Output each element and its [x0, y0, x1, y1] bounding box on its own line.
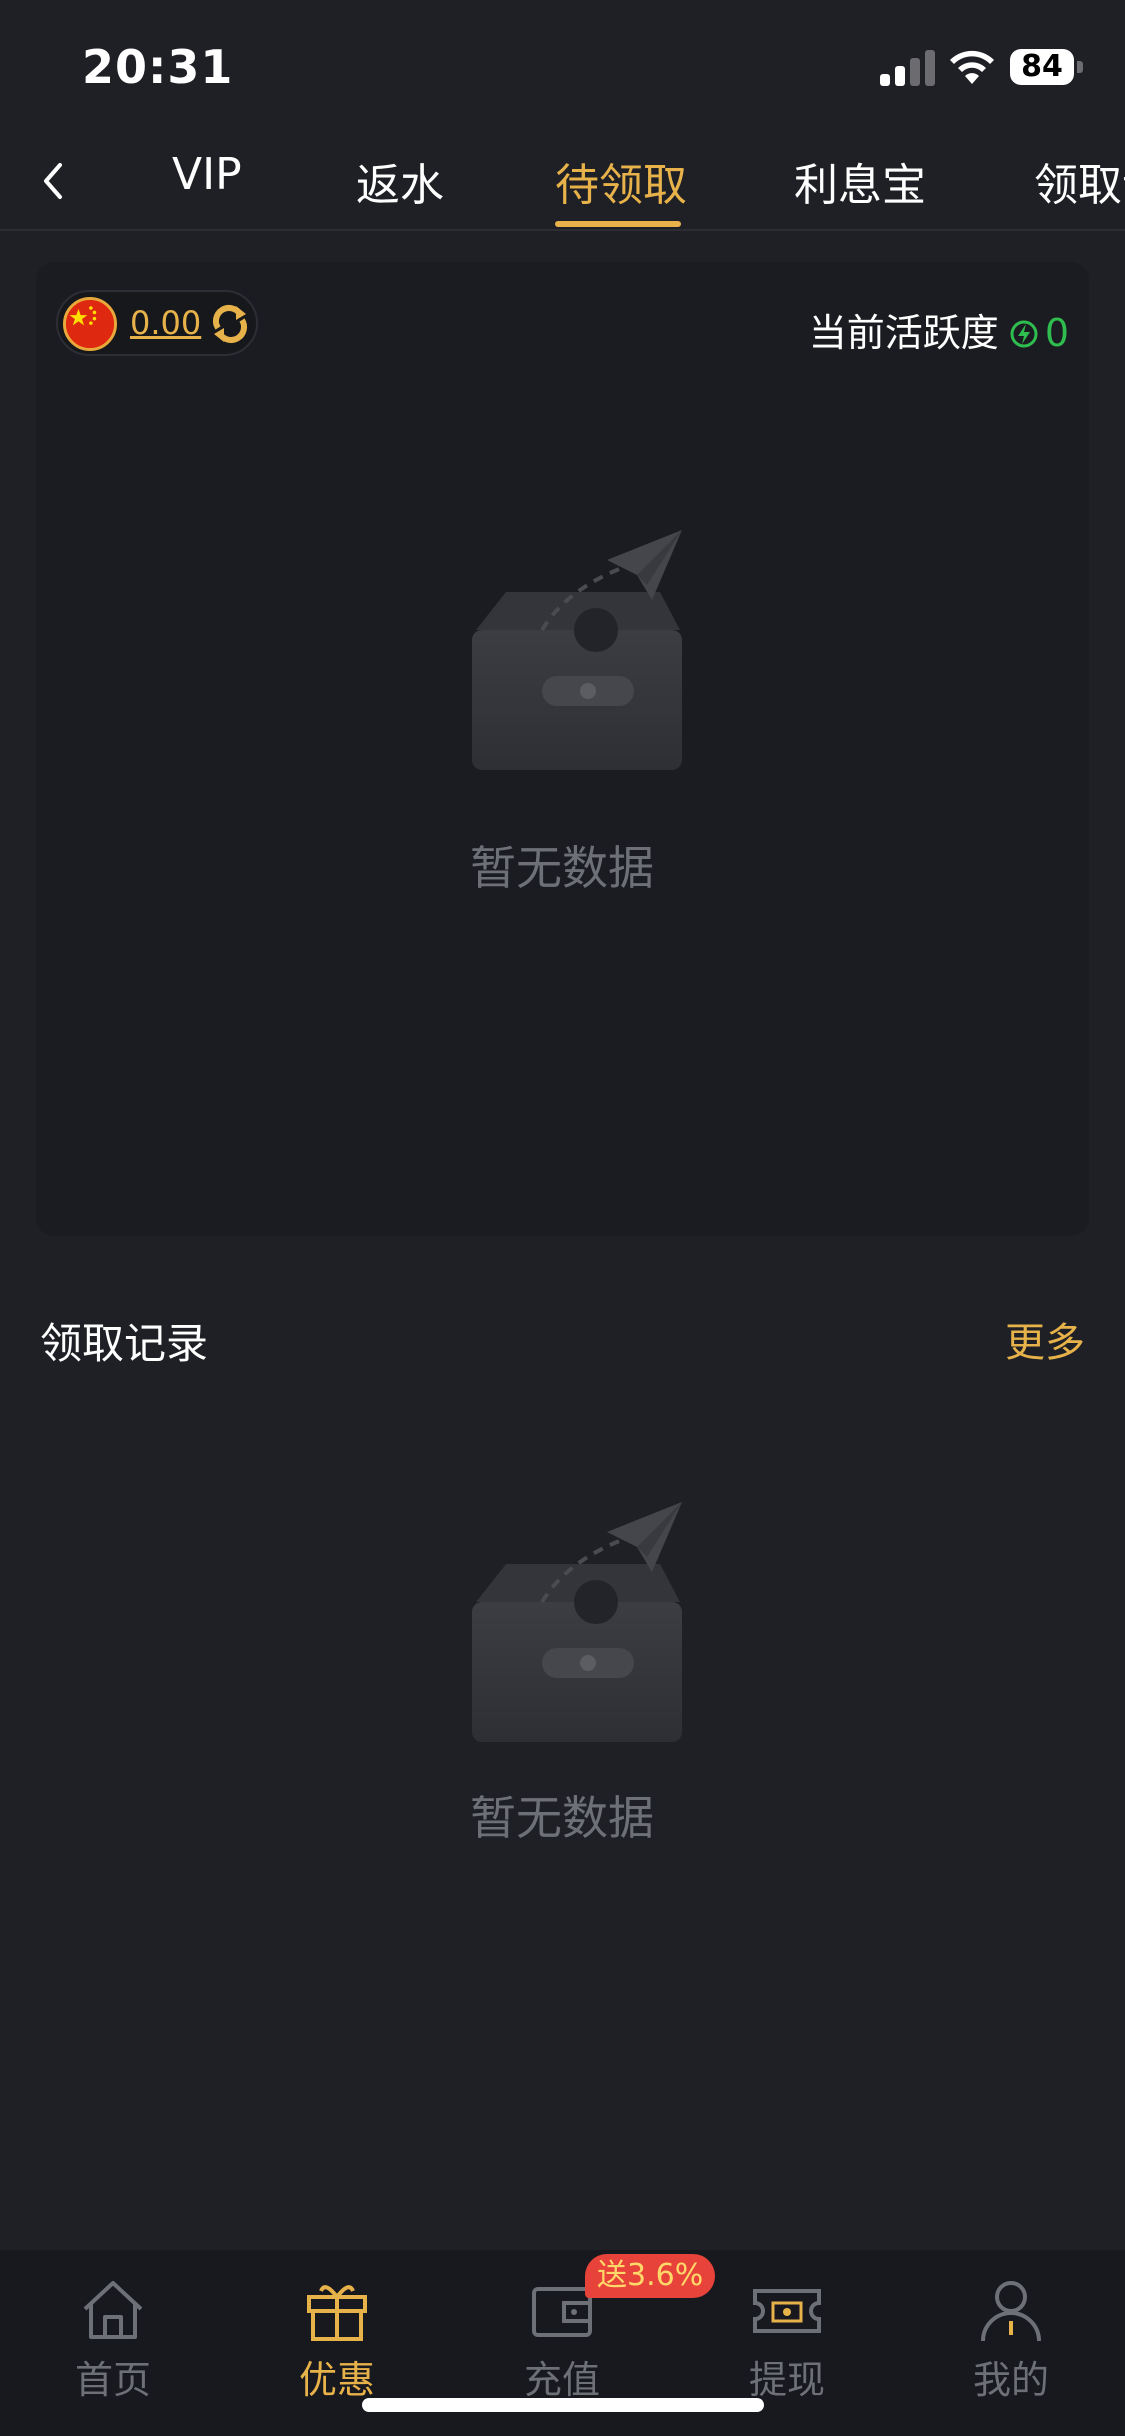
pending-card: 0.00 当前活跃度 0 暂无数据: [36, 262, 1089, 1236]
nav-profile[interactable]: 我的: [936, 2275, 1086, 2405]
lightning-icon: [1010, 320, 1038, 348]
battery-icon: 84: [1010, 49, 1074, 85]
home-icon: [83, 2281, 143, 2339]
china-flag-icon: [63, 297, 117, 351]
activity-level: 当前活跃度 0: [809, 302, 1069, 357]
nav-label-deposit: 充值: [523, 2358, 600, 2402]
tab-pending[interactable]: 待领取: [555, 149, 687, 213]
pending-empty-text: 暂无数据: [470, 841, 654, 895]
records-empty-text: 暂无数据: [470, 1791, 654, 1845]
home-indicator: [362, 2398, 764, 2412]
balance-pill: 0.00: [56, 290, 258, 356]
empty-box-icon: [472, 1502, 682, 1742]
back-arrow-icon[interactable]: [30, 145, 80, 215]
activity-label: 当前活跃度: [808, 311, 999, 355]
promotions-page: 20:31 84 VIP 返水 待领取 利息宝 领取记: [0, 0, 1125, 2436]
balance-value[interactable]: 0.00: [130, 304, 201, 342]
records-title: 领取记录: [40, 1319, 209, 1368]
nav-withdraw[interactable]: 提现: [712, 2275, 862, 2405]
status-bar: 20:31 84: [0, 0, 1125, 135]
status-time: 20:31: [82, 40, 234, 94]
nav-label-promotions: 优惠: [298, 2358, 375, 2402]
nav-label-profile: 我的: [972, 2358, 1049, 2402]
active-tab-indicator: [555, 221, 681, 227]
battery-tip: [1077, 61, 1083, 73]
gift-icon: [307, 2285, 367, 2341]
tab-claim-records[interactable]: 领取记: [1034, 149, 1125, 213]
deposit-promo-badge: 送3.6%: [585, 2254, 716, 2298]
withdraw-icon: [753, 2289, 821, 2333]
tab-interest[interactable]: 利息宝: [794, 149, 926, 213]
records-more-link[interactable]: 更多: [1005, 1310, 1085, 1368]
profile-icon: [981, 2281, 1041, 2342]
nav-label-withdraw: 提现: [748, 2358, 825, 2402]
empty-box-icon: [472, 530, 682, 770]
nav-home[interactable]: 首页: [38, 2275, 188, 2405]
refresh-icon[interactable]: [208, 302, 252, 346]
tab-rebate[interactable]: 返水: [356, 149, 444, 213]
wifi-icon: [950, 50, 994, 84]
tab-vip[interactable]: VIP: [172, 149, 242, 200]
cellular-signal-icon: [880, 50, 936, 86]
activity-value: 0: [1044, 311, 1069, 355]
nav-label-home: 首页: [74, 2358, 151, 2402]
nav-promotions[interactable]: 优惠: [262, 2275, 412, 2405]
tabs-bar: VIP 返水 待领取 利息宝 领取记: [0, 135, 1125, 231]
